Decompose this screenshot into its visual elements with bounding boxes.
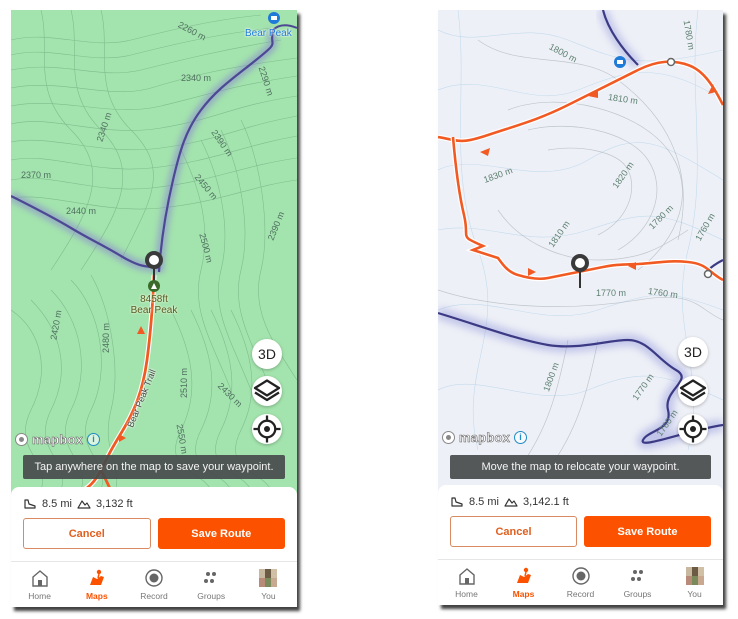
- groups-icon: [628, 566, 648, 586]
- tab-label: Home: [455, 589, 478, 599]
- layers-icon: [679, 379, 707, 402]
- tab-label: Groups: [197, 591, 226, 601]
- tab-maps[interactable]: Maps: [68, 562, 125, 607]
- groups-icon: [201, 568, 221, 588]
- cancel-button[interactable]: Cancel: [23, 518, 151, 549]
- mountain-icon: [504, 496, 518, 508]
- mapbox-attribution[interactable]: mapbox i: [442, 430, 528, 446]
- maps-icon: [514, 566, 534, 586]
- avatar: [259, 569, 278, 587]
- home-icon: [457, 566, 477, 586]
- contour-label: 2480 m: [101, 322, 112, 354]
- toast-message: Tap anywhere on the map to save your way…: [23, 455, 285, 479]
- bottom-tab-bar: Home Maps Record Groups You: [438, 559, 723, 605]
- record-icon: [144, 568, 164, 588]
- tab-label: Record: [566, 589, 595, 599]
- mapbox-attribution[interactable]: mapbox i: [15, 432, 101, 448]
- info-icon[interactable]: i: [87, 433, 101, 446]
- tab-home[interactable]: Home: [11, 562, 68, 607]
- toast-text: Move the map to relocate your waypoint.: [481, 461, 680, 473]
- map-layers-button[interactable]: [252, 376, 282, 406]
- peak-name: Bear Peak: [130, 305, 178, 316]
- tab-record[interactable]: Record: [552, 560, 609, 605]
- 3d-toggle-button[interactable]: 3D: [252, 339, 282, 369]
- save-route-button[interactable]: Save Route: [584, 516, 711, 547]
- mapbox-logo-icon: [442, 431, 455, 444]
- distance-value: 8.5 mi: [469, 496, 499, 508]
- cancel-button[interactable]: Cancel: [450, 516, 577, 547]
- photo-poi-marker: [614, 56, 626, 68]
- save-route-button[interactable]: Save Route: [157, 518, 285, 549]
- home-icon: [30, 568, 50, 588]
- tab-maps[interactable]: Maps: [495, 560, 552, 605]
- map-layers-button[interactable]: [678, 376, 708, 406]
- 3d-label: 3D: [258, 346, 276, 362]
- toast-message: Move the map to relocate your waypoint.: [450, 455, 711, 479]
- tab-you[interactable]: You: [240, 562, 297, 607]
- tab-label: Maps: [512, 589, 535, 599]
- tab-label: Groups: [623, 589, 652, 599]
- contour-label: 2370 m: [21, 170, 52, 180]
- elevation-gain-value: 3,132 ft: [95, 498, 133, 510]
- avatar: [685, 567, 704, 585]
- poi-label[interactable]: Bear Peak: [245, 28, 292, 39]
- photo-poi-marker: [268, 12, 280, 24]
- crosshair-icon: [679, 415, 707, 443]
- tab-label: You: [261, 591, 276, 601]
- route-node: [666, 57, 676, 67]
- peak-elevation: 8458ft: [140, 294, 168, 305]
- route-stats: 8.5 mi 3,142.1 ft: [438, 485, 723, 511]
- route-stats: 8.5 mi 3,132 ft: [11, 487, 297, 513]
- locate-me-button[interactable]: [678, 414, 708, 444]
- tab-label: Home: [28, 591, 51, 601]
- mountain-icon: [77, 498, 91, 510]
- elevation-gain-value: 3,142.1 ft: [522, 496, 569, 508]
- locate-me-button[interactable]: [252, 414, 282, 444]
- shoe-icon: [450, 496, 464, 508]
- tab-label: Record: [140, 591, 168, 601]
- contour-label: 2340 m: [181, 73, 212, 83]
- tab-label: You: [687, 589, 702, 599]
- route-node: [703, 269, 713, 279]
- mapbox-logo-icon: [15, 433, 28, 446]
- layers-icon: [253, 379, 281, 402]
- bottom-tab-bar: Home Maps Record Groups You: [11, 561, 297, 607]
- info-icon[interactable]: i: [514, 431, 528, 444]
- record-icon: [571, 566, 591, 586]
- tab-groups[interactable]: Groups: [183, 562, 240, 607]
- 3d-label: 3D: [684, 344, 702, 360]
- tab-you[interactable]: You: [666, 560, 723, 605]
- tab-home[interactable]: Home: [438, 560, 495, 605]
- maps-icon: [87, 568, 107, 588]
- 3d-toggle-button[interactable]: 3D: [678, 337, 708, 367]
- distance-value: 8.5 mi: [42, 498, 72, 510]
- tab-record[interactable]: Record: [125, 562, 182, 607]
- mapbox-logo-text: mapbox: [32, 432, 84, 448]
- phone-screen-left: 2260 m 2340 m 2290 m 2340 m 2390 m 2370 …: [11, 10, 297, 607]
- shoe-icon: [23, 498, 37, 510]
- tab-label: Maps: [85, 591, 108, 601]
- mapbox-logo-text: mapbox: [459, 430, 511, 446]
- contour-label: 1770 m: [596, 288, 627, 298]
- contour-label: 2440 m: [66, 206, 97, 216]
- contour-label: 2510 m: [179, 367, 190, 399]
- peak-label[interactable]: 8458ft Bear Peak: [129, 294, 179, 316]
- peak-marker: [148, 280, 160, 292]
- tab-groups[interactable]: Groups: [609, 560, 666, 605]
- phone-screen-right: 1800 m 1780 m 1810 m 1830 m 1820 m 1810 …: [438, 10, 723, 605]
- crosshair-icon: [253, 415, 281, 443]
- toast-text: Tap anywhere on the map to save your way…: [34, 461, 274, 473]
